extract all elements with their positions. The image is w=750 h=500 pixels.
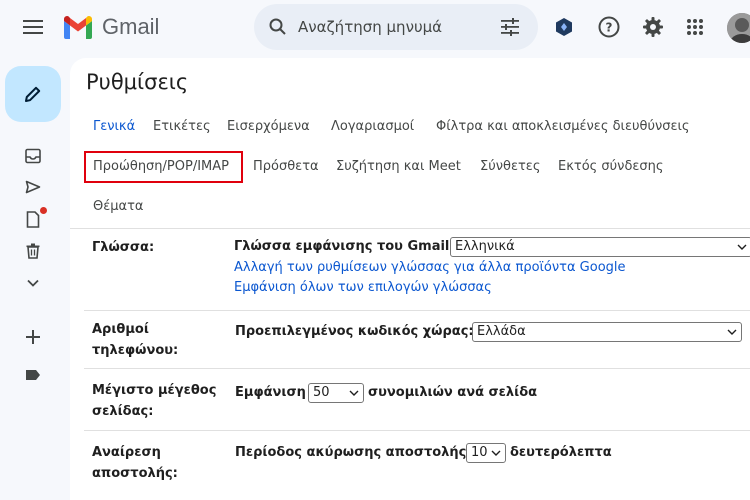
phone-numbers-row-label: Αριθμοί τηλεφώνου: <box>92 322 179 358</box>
tab-forwarding-pop-imap[interactable]: Προώθηση/POP/IMAP <box>93 159 229 174</box>
conversations-per-page-label: συνομιλιών ανά σελίδα <box>368 385 538 400</box>
settings-gear-icon[interactable] <box>641 15 665 39</box>
create-label-plus-icon[interactable] <box>22 326 44 348</box>
tab-inbox[interactable]: Εισερχόμενα <box>227 119 310 134</box>
gemini-icon[interactable] <box>552 15 576 39</box>
settings-panel: Ρυθμίσεις Γενικά Ετικέτες Εισερχόμενα Λο… <box>70 58 750 500</box>
hamburger-menu-icon <box>23 20 43 34</box>
max-page-size-row-label: Μέγιστο μέγεθος σελίδας: <box>92 383 217 419</box>
language-row-label: Γλώσσα: <box>92 240 155 255</box>
search-bar[interactable] <box>254 4 538 50</box>
chevron-down-icon <box>727 329 737 335</box>
row-divider <box>84 430 750 431</box>
tab-chat-meet[interactable]: Συζήτηση και Meet <box>336 159 461 174</box>
help-icon[interactable]: ? <box>597 15 621 39</box>
show-all-language-options-link[interactable]: Εμφάνιση όλων των επιλογών γλώσσας <box>234 280 492 295</box>
compose-button[interactable] <box>5 66 61 122</box>
search-icon[interactable] <box>268 17 288 37</box>
pencil-icon <box>25 86 41 102</box>
search-options-icon[interactable] <box>500 18 520 36</box>
chevron-down-icon <box>349 390 359 396</box>
tab-themes[interactable]: Θέματα <box>93 199 144 214</box>
country-code-value: Ελλάδα <box>477 324 526 339</box>
label-icon[interactable] <box>22 364 44 386</box>
unread-drafts-dot <box>40 207 47 214</box>
page-size-select[interactable]: 50 <box>308 383 364 403</box>
account-avatar[interactable] <box>727 13 750 43</box>
default-country-code-label: Προεπιλεγμένος κωδικός χώρας: <box>235 324 474 339</box>
change-language-other-products-link[interactable]: Αλλαγή των ρυθμίσεων γλώσσας για άλλα πρ… <box>234 260 626 275</box>
tab-labels[interactable]: Ετικέτες <box>153 119 211 134</box>
undo-send-row-label: Αναίρεση αποστολής: <box>92 445 178 481</box>
main-menu-button[interactable] <box>14 13 52 41</box>
tabs-divider <box>70 228 750 229</box>
cancellation-period-select[interactable]: 10 <box>466 443 506 463</box>
tab-filters-blocked[interactable]: Φίλτρα και αποκλεισμένες διευθύνσεις <box>436 119 690 134</box>
page-size-value: 50 <box>313 385 330 400</box>
row-divider <box>84 368 750 369</box>
svg-text:?: ? <box>606 21 613 35</box>
country-code-select[interactable]: Ελλάδα <box>472 322 742 342</box>
cancellation-period-value: 10 <box>471 445 488 460</box>
cancellation-period-label: Περίοδος ακύρωσης αποστολής: <box>235 445 472 460</box>
tab-addons[interactable]: Πρόσθετα <box>253 159 319 174</box>
display-language-label: Γλώσσα εμφάνισης του Gmail: <box>234 239 455 254</box>
app-name: Gmail <box>102 14 160 39</box>
tab-advanced[interactable]: Σύνθετες <box>480 159 540 174</box>
tab-general[interactable]: Γενικά <box>93 119 135 134</box>
chevron-down-icon <box>491 450 501 456</box>
display-language-select[interactable]: Ελληνικά <box>450 237 750 257</box>
search-input[interactable] <box>298 14 494 40</box>
drafts-icon[interactable] <box>22 207 47 230</box>
inbox-icon[interactable] <box>22 145 44 167</box>
gmail-logo[interactable]: Gmail <box>62 12 159 42</box>
seconds-label: δευτερόλεπτα <box>510 445 612 460</box>
sent-icon[interactable] <box>22 176 44 198</box>
chevron-down-icon <box>737 244 747 250</box>
page-title: Ρυθμίσεις <box>86 70 189 94</box>
more-chevron-down-icon[interactable] <box>22 272 44 294</box>
show-label: Εμφάνιση <box>235 385 306 400</box>
tab-accounts[interactable]: Λογαριασμοί <box>331 119 414 134</box>
google-apps-icon[interactable] <box>683 15 707 39</box>
row-divider <box>84 310 750 311</box>
gmail-m-icon <box>64 16 92 39</box>
tab-offline[interactable]: Εκτός σύνδεσης <box>558 159 664 174</box>
trash-icon[interactable] <box>22 240 44 262</box>
display-language-value: Ελληνικά <box>455 239 515 254</box>
